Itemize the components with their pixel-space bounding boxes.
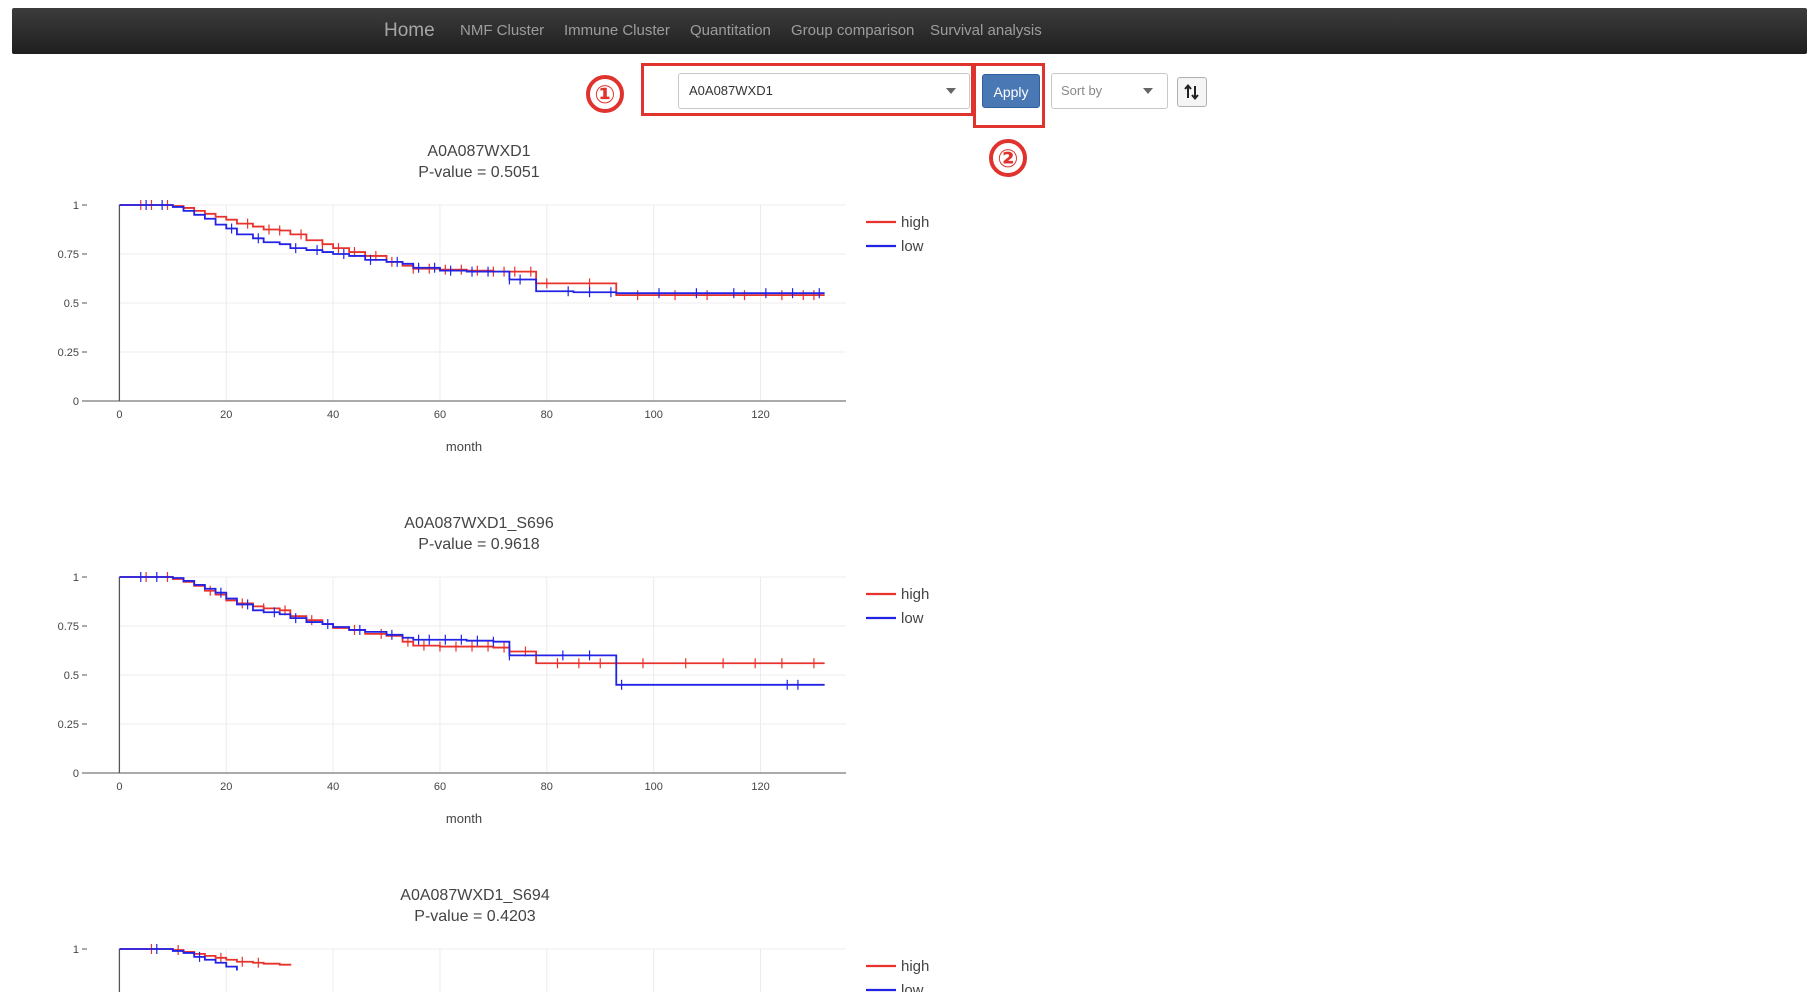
y-tick-label: 1 [73,944,79,956]
nav-home[interactable]: Home [384,8,435,54]
series-line-high [119,204,825,297]
x-tick-label: 20 [220,781,232,793]
legend-label-low: low [901,610,924,627]
x-tick-label: 100 [644,781,662,793]
nav-survival-analysis[interactable]: Survival analysis [930,8,1042,54]
nav-quantitation[interactable]: Quantitation [690,8,771,54]
y-tick-label: 0.25 [58,719,79,731]
y-tick-label: 1 [73,572,79,584]
y-tick-label: 0.5 [64,670,79,682]
y-tick-label: 0.5 [64,298,79,310]
annotation-marker-1: ① [586,75,624,113]
x-tick-label: 40 [327,409,339,421]
highlight-box-gene-select [641,63,974,116]
y-tick-label: 0.25 [58,347,79,359]
x-tick-label: 80 [541,409,553,421]
survival-chart-3: 1 high low [73,944,929,992]
chart-1-title-block: A0A087WXD1 P-value = 0.5051 [179,141,779,183]
legend-label-high: high [901,214,929,231]
nav-immune-cluster[interactable]: Immune Cluster [564,8,670,54]
chart-3-pvalue: P-value = 0.4203 [414,908,536,925]
annotation-marker-2: ② [989,139,1027,177]
series-line-low [119,576,825,686]
nav-group-comparison[interactable]: Group comparison [791,8,914,54]
x-tick-label: 120 [751,781,769,793]
x-axis-label: month [446,439,482,454]
chart-3-title-block: A0A087WXD1_S694 P-value = 0.4203 [175,885,775,927]
legend-label-high: high [901,586,929,603]
x-tick-label: 0 [116,781,122,793]
chart-2-title-block: A0A087WXD1_S696 P-value = 0.9618 [179,513,779,555]
sort-by-select[interactable]: Sort by [1051,73,1168,109]
chart-3-title: A0A087WXD1_S694 [400,887,550,904]
chart-2-pvalue: P-value = 0.9618 [418,536,540,553]
chart-2-title: A0A087WXD1_S696 [404,515,554,532]
x-tick-label: 60 [434,781,446,793]
x-tick-label: 60 [434,409,446,421]
chart-1-title: A0A087WXD1 [427,143,531,160]
nav-nmf-cluster[interactable]: NMF Cluster [460,8,544,54]
sort-order-button[interactable] [1177,77,1207,107]
y-tick-label: 0 [73,396,79,408]
survival-chart-1: 0 0.25 0.5 0.75 1 0 20 40 60 80 100 120 month high low [58,200,929,454]
sort-by-placeholder: Sort by [1061,83,1103,98]
x-tick-label: 40 [327,781,339,793]
x-tick-label: 20 [220,409,232,421]
top-navbar: Home NMF Cluster Immune Cluster Quantita… [12,8,1807,54]
survival-chart-2: 0 0.25 0.5 0.75 1 0 20 40 60 80 100 120 month high low [58,572,929,826]
y-tick-label: 1 [73,200,79,212]
legend-label-high: high [901,958,929,975]
y-tick-label: 0.75 [58,621,79,633]
highlight-box-apply [973,63,1045,128]
y-tick-label: 0 [73,768,79,780]
chevron-down-icon [1143,88,1153,94]
y-tick-label: 0.75 [58,249,79,261]
x-tick-label: 80 [541,781,553,793]
x-tick-label: 0 [116,409,122,421]
chart-1-pvalue: P-value = 0.5051 [418,164,540,181]
x-axis-label: month [446,811,482,826]
legend-label-low: low [901,982,924,992]
sort-order-icon [1184,83,1199,101]
x-tick-label: 120 [751,409,769,421]
legend-label-low: low [901,238,924,255]
x-tick-label: 100 [644,409,662,421]
series-line-low [119,204,825,295]
